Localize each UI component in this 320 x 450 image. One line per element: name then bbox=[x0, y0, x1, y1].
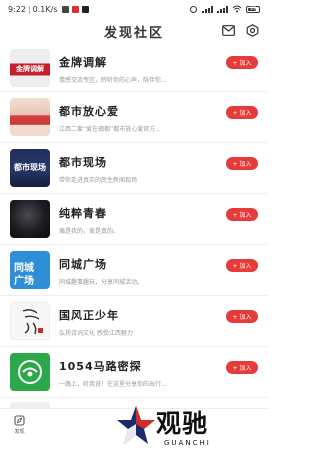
app-notification-icon bbox=[71, 5, 79, 13]
radio-logo-icon bbox=[18, 360, 42, 384]
community-desc: 同城趣事趣玩，分享同城活动。 bbox=[59, 279, 144, 286]
join-button[interactable]: + 加入 bbox=[226, 361, 258, 374]
community-desc: 江西二套“爱在赣都”都市放心爱官方... bbox=[59, 126, 161, 133]
status-right: 99 bbox=[189, 5, 260, 13]
list-item[interactable]: 都市现场 都市现场 带你走进真实的民生新闻现场 + 加入 bbox=[0, 143, 268, 194]
watermark-chinese: 观驰 bbox=[156, 409, 209, 438]
community-desc: 情感交流专区，聆听你的心声，陪伴你... bbox=[59, 76, 167, 84]
community-desc: 痛是我的，爱是真的。 bbox=[59, 228, 120, 235]
app-notification-icon bbox=[81, 5, 89, 13]
page-header: 发现社区 bbox=[0, 18, 268, 44]
join-button[interactable]: + 加入 bbox=[226, 310, 258, 323]
calligraphy-icon bbox=[22, 309, 43, 335]
community-thumbnail: 都市现场 bbox=[10, 149, 50, 187]
tab-discover-label: 发现 bbox=[14, 429, 25, 435]
message-button[interactable] bbox=[220, 22, 236, 38]
status-divider: | bbox=[27, 4, 31, 14]
community-list: 金牌调解 金牌调解 情感交流专区，聆听你的心声，陪伴你... + 加入 都市放心… bbox=[0, 44, 268, 398]
community-thumbnail bbox=[10, 200, 50, 238]
phone-screen: 9:22 | 0.1K/s 99 发现社区 金牌调解 金牌调解 情感交流专区，聆… bbox=[0, 0, 268, 450]
compass-icon bbox=[14, 415, 25, 426]
join-button[interactable]: + 加入 bbox=[226, 259, 258, 272]
app-notification-icon bbox=[61, 5, 69, 13]
tab-discover[interactable]: 发现 bbox=[14, 415, 25, 435]
watermark-english: GUANCHI bbox=[164, 439, 211, 447]
list-item[interactable]: 国风正少年 弘扬诗词文化 感受江西魅力 + 加入 bbox=[0, 296, 268, 347]
status-bar: 9:22 | 0.1K/s 99 bbox=[0, 0, 268, 18]
thumbnail-caption: 金牌调解 bbox=[16, 64, 44, 73]
header-actions bbox=[220, 22, 260, 38]
join-button[interactable]: + 加入 bbox=[226, 157, 258, 170]
community-thumbnail bbox=[10, 302, 50, 340]
settings-button[interactable] bbox=[244, 22, 260, 38]
guanchi-watermark: 观驰 GUANCHI bbox=[116, 402, 236, 450]
join-button[interactable]: + 加入 bbox=[226, 56, 258, 69]
page-title: 发现社区 bbox=[103, 25, 164, 41]
list-item[interactable]: 同城 广场 同城广场 同城趣事趣玩，分享同城活动。 + 加入 bbox=[0, 245, 268, 296]
join-button[interactable]: + 加入 bbox=[226, 106, 258, 119]
list-item[interactable]: 都市放心爱 江西二套“爱在赣都”都市放心爱官方... + 加入 bbox=[0, 92, 268, 143]
mail-icon bbox=[221, 24, 235, 36]
list-item[interactable]: 金牌调解 金牌调解 情感交流专区，聆听你的心声，陪伴你... + 加入 bbox=[0, 44, 268, 92]
community-thumbnail bbox=[10, 98, 50, 136]
community-thumbnail: 同城 广场 bbox=[10, 251, 50, 289]
thumbnail-caption: 广场 bbox=[14, 276, 34, 287]
battery-icon: 99 bbox=[246, 5, 260, 13]
community-desc: 弘扬诗词文化 感受江西魅力 bbox=[59, 330, 133, 337]
hexagon-settings-icon bbox=[246, 23, 258, 37]
community-desc: 一路上，听我说！在这里分享你的出行... bbox=[59, 381, 167, 388]
status-app-icons bbox=[61, 5, 89, 13]
join-button[interactable]: + 加入 bbox=[226, 208, 258, 221]
list-item[interactable]: 1054马路密探 一路上，听我说！在这里分享你的出行... + 加入 bbox=[0, 347, 268, 398]
status-time: 9:22 bbox=[8, 4, 26, 14]
signal-icon bbox=[217, 5, 228, 13]
thumbnail-caption: 都市现场 bbox=[14, 163, 46, 172]
community-thumbnail bbox=[10, 353, 50, 391]
battery-level: 99 bbox=[249, 5, 257, 12]
community-desc: 带你走进真实的民生新闻现场 bbox=[59, 177, 138, 184]
star-logo-icon bbox=[117, 406, 155, 444]
wifi-icon bbox=[232, 5, 242, 13]
community-thumbnail: 金牌调解 bbox=[10, 48, 50, 87]
signal-icon bbox=[202, 5, 213, 13]
alarm-icon bbox=[190, 6, 197, 13]
list-item[interactable]: 纯粹青春 痛是我的，爱是真的。 + 加入 bbox=[0, 194, 268, 245]
network-speed: 0.1K/s bbox=[32, 4, 58, 14]
